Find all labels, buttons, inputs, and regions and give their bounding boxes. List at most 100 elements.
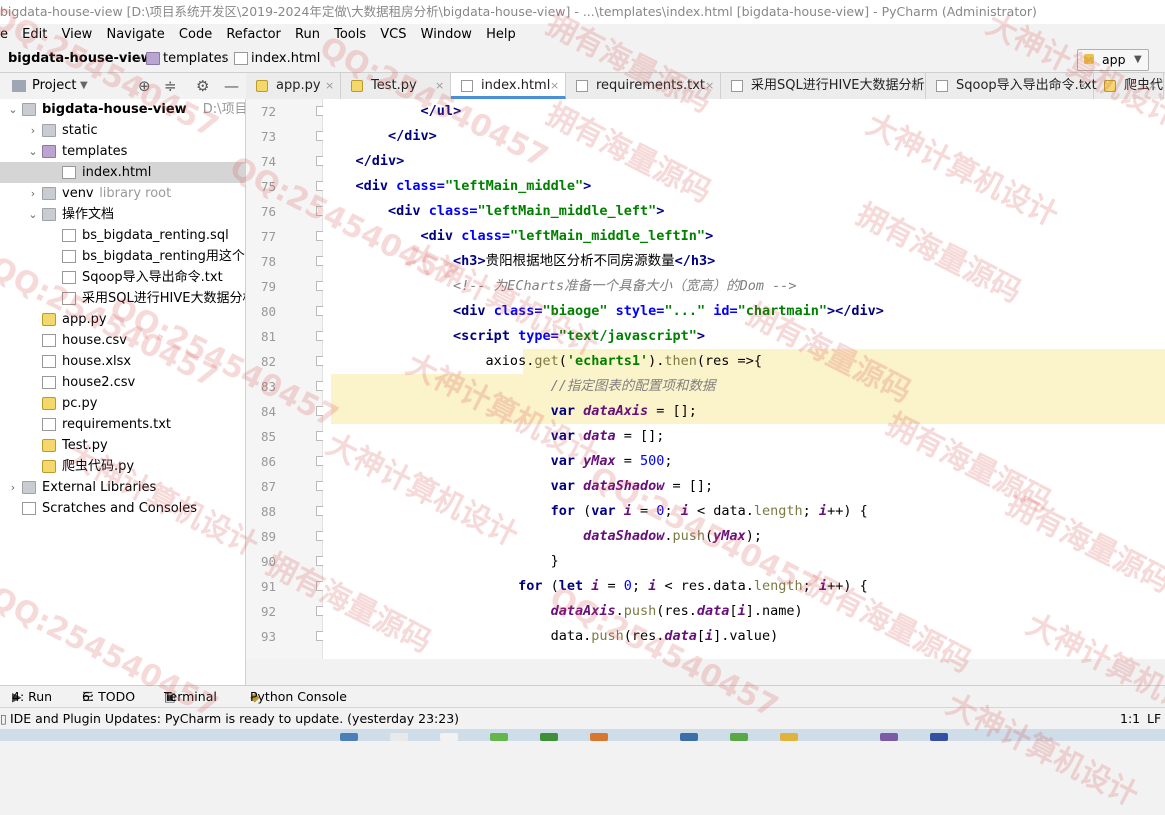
tree-item[interactable]: ⌄ 操作文档: [0, 204, 245, 225]
hide-icon[interactable]: —: [224, 73, 239, 99]
code-line[interactable]: </div>: [323, 149, 405, 174]
taskbar-app-icon[interactable]: [540, 733, 558, 741]
chevron-down-icon[interactable]: ⌄: [28, 204, 38, 225]
chevron-right-icon[interactable]: ›: [28, 120, 38, 141]
chevron-down-icon[interactable]: ▼: [80, 73, 88, 99]
menu-vcs[interactable]: VCS: [375, 24, 411, 46]
close-icon[interactable]: ×: [705, 73, 714, 99]
code-line[interactable]: dataShadow.push(yMax);: [323, 524, 762, 549]
code-line[interactable]: <h3>贵阳根据地区分析不同房源数量</h3>: [323, 249, 715, 274]
tree-item[interactable]: Sqoop导入导出命令.txt: [0, 267, 245, 288]
tree-item[interactable]: 爬虫代码.py: [0, 456, 245, 477]
code-line[interactable]: <div class="leftMain_middle_left">: [323, 199, 664, 224]
code-line[interactable]: var data = [];: [323, 424, 665, 449]
tree-item[interactable]: bs_bigdata_renting用这个.sq: [0, 246, 245, 267]
line-number: 90: [260, 554, 276, 569]
code-line[interactable]: var dataAxis = [];: [323, 399, 697, 424]
gear-icon[interactable]: ⚙: [196, 73, 209, 99]
editor-tab[interactable]: 采用SQL进行HIVE大数据分析 ×: [721, 73, 926, 99]
taskbar-app-icon[interactable]: [930, 733, 948, 741]
taskbar-app-icon[interactable]: [590, 733, 608, 741]
tree-item[interactable]: pc.py: [0, 393, 245, 414]
menu-help[interactable]: Help: [481, 24, 521, 46]
chevron-down-icon[interactable]: ⌄: [28, 141, 38, 162]
editor-tab[interactable]: 爬虫代 ×: [1094, 73, 1164, 99]
code-line[interactable]: for (var i = 0; i < data.length; i++) {: [323, 499, 868, 524]
tree-item[interactable]: ⌄ bigdata-house-view D:\项目系统开: [0, 99, 245, 120]
code-line[interactable]: </ul>: [323, 99, 462, 124]
tree-item[interactable]: house2.csv: [0, 372, 245, 393]
code-line[interactable]: <div class="leftMain_middle_leftIn">: [323, 224, 714, 249]
breadcrumb-folder[interactable]: templates: [163, 46, 228, 72]
status-message[interactable]: IDE and Plugin Updates: PyCharm is ready…: [10, 708, 459, 730]
tree-item[interactable]: index.html: [0, 162, 245, 183]
tree-item[interactable]: › External Libraries: [0, 477, 245, 498]
code-line[interactable]: <!-- 为ECharts准备一个具备大小（宽高）的Dom -->: [323, 274, 796, 299]
taskbar-app-icon[interactable]: [680, 733, 698, 741]
breadcrumb-project[interactable]: bigdata-house-view: [8, 46, 153, 72]
close-icon[interactable]: ×: [910, 73, 919, 99]
taskbar-app-icon[interactable]: [730, 733, 748, 741]
close-icon[interactable]: ×: [550, 73, 559, 99]
taskbar-app-icon[interactable]: [340, 733, 358, 741]
code-line[interactable]: <div class="leftMain_middle">: [323, 174, 592, 199]
tree-item[interactable]: house.xlsx: [0, 351, 245, 372]
tree-item[interactable]: house.csv: [0, 330, 245, 351]
status-left-icon[interactable]: ▯: [0, 708, 7, 730]
editor-tab[interactable]: Test.py ×: [341, 73, 451, 99]
editor-tab[interactable]: index.html ×: [451, 73, 566, 99]
code-line[interactable]: //指定图表的配置项和数据: [323, 374, 716, 399]
code-line[interactable]: </div>: [323, 124, 437, 149]
breadcrumb-file[interactable]: index.html: [251, 46, 320, 72]
editor-tab[interactable]: Sqoop导入导出命令.txt ×: [926, 73, 1097, 99]
menu-tools[interactable]: Tools: [329, 24, 371, 46]
locate-icon[interactable]: ⊕: [138, 73, 151, 99]
tree-item[interactable]: requirements.txt: [0, 414, 245, 435]
collapse-all-icon[interactable]: ≑: [164, 73, 177, 99]
close-icon[interactable]: ×: [325, 73, 334, 99]
menu-view[interactable]: View: [56, 24, 97, 46]
editor-tab[interactable]: app.py ×: [246, 73, 341, 99]
chevron-right-icon[interactable]: ›: [8, 477, 18, 498]
line-separator[interactable]: LF: [1147, 708, 1161, 730]
close-icon[interactable]: ×: [435, 73, 444, 99]
code-line[interactable]: data.push(res.data[i].value): [323, 624, 779, 649]
tree-item[interactable]: › static: [0, 120, 245, 141]
code-line[interactable]: var dataShadow = [];: [323, 474, 714, 499]
close-icon[interactable]: ×: [1148, 73, 1157, 99]
taskbar-app-icon[interactable]: [440, 733, 458, 741]
menu-code[interactable]: Code: [174, 24, 217, 46]
taskbar-app-icon[interactable]: [880, 733, 898, 741]
code-line[interactable]: dataAxis.push(res.data[i].name): [323, 599, 803, 624]
tree-item[interactable]: ⌄ templates: [0, 141, 245, 162]
chevron-right-icon[interactable]: ›: [28, 183, 38, 204]
taskbar-app-icon[interactable]: [490, 733, 508, 741]
code-line[interactable]: }: [323, 549, 559, 574]
code-line[interactable]: var yMax = 500;: [323, 449, 673, 474]
tree-item[interactable]: 采用SQL进行HIVE大数据分析: [0, 288, 245, 309]
run-config-select[interactable]: app ▼: [1077, 49, 1149, 71]
menu-run[interactable]: Run: [290, 24, 325, 46]
taskbar-app-icon[interactable]: [780, 733, 798, 741]
menu-window[interactable]: Window: [416, 24, 477, 46]
tree-item[interactable]: Test.py: [0, 435, 245, 456]
tree-item[interactable]: bs_bigdata_renting.sql: [0, 225, 245, 246]
tree-item[interactable]: › venv library root: [0, 183, 245, 204]
code-editor[interactable]: </ul> </div> </div> <div class="leftMain…: [323, 99, 1165, 659]
code-line[interactable]: axios.get('echarts1').then(res =>{: [323, 349, 762, 374]
project-view-label[interactable]: Project: [32, 73, 76, 99]
tree-item[interactable]: Scratches and Consoles: [0, 498, 245, 519]
close-icon[interactable]: ×: [1078, 73, 1087, 99]
taskbar-app-icon[interactable]: [390, 733, 408, 741]
chevron-down-icon[interactable]: ⌄: [8, 99, 18, 120]
menu-file[interactable]: e: [0, 24, 13, 46]
menu-navigate[interactable]: Navigate: [101, 24, 169, 46]
editor-tab[interactable]: requirements.txt ×: [566, 73, 721, 99]
code-line[interactable]: <script type="text/javascript">: [323, 324, 705, 349]
code-line[interactable]: <div class="biaoge" style="..." id="char…: [323, 299, 884, 324]
menu-refactor[interactable]: Refactor: [221, 24, 286, 46]
code-line[interactable]: for (let i = 0; i < res.data.length; i++…: [323, 574, 868, 599]
tree-item[interactable]: app.py: [0, 309, 245, 330]
caret-position[interactable]: 1:1: [1120, 708, 1140, 730]
menu-edit[interactable]: Edit: [17, 24, 52, 46]
